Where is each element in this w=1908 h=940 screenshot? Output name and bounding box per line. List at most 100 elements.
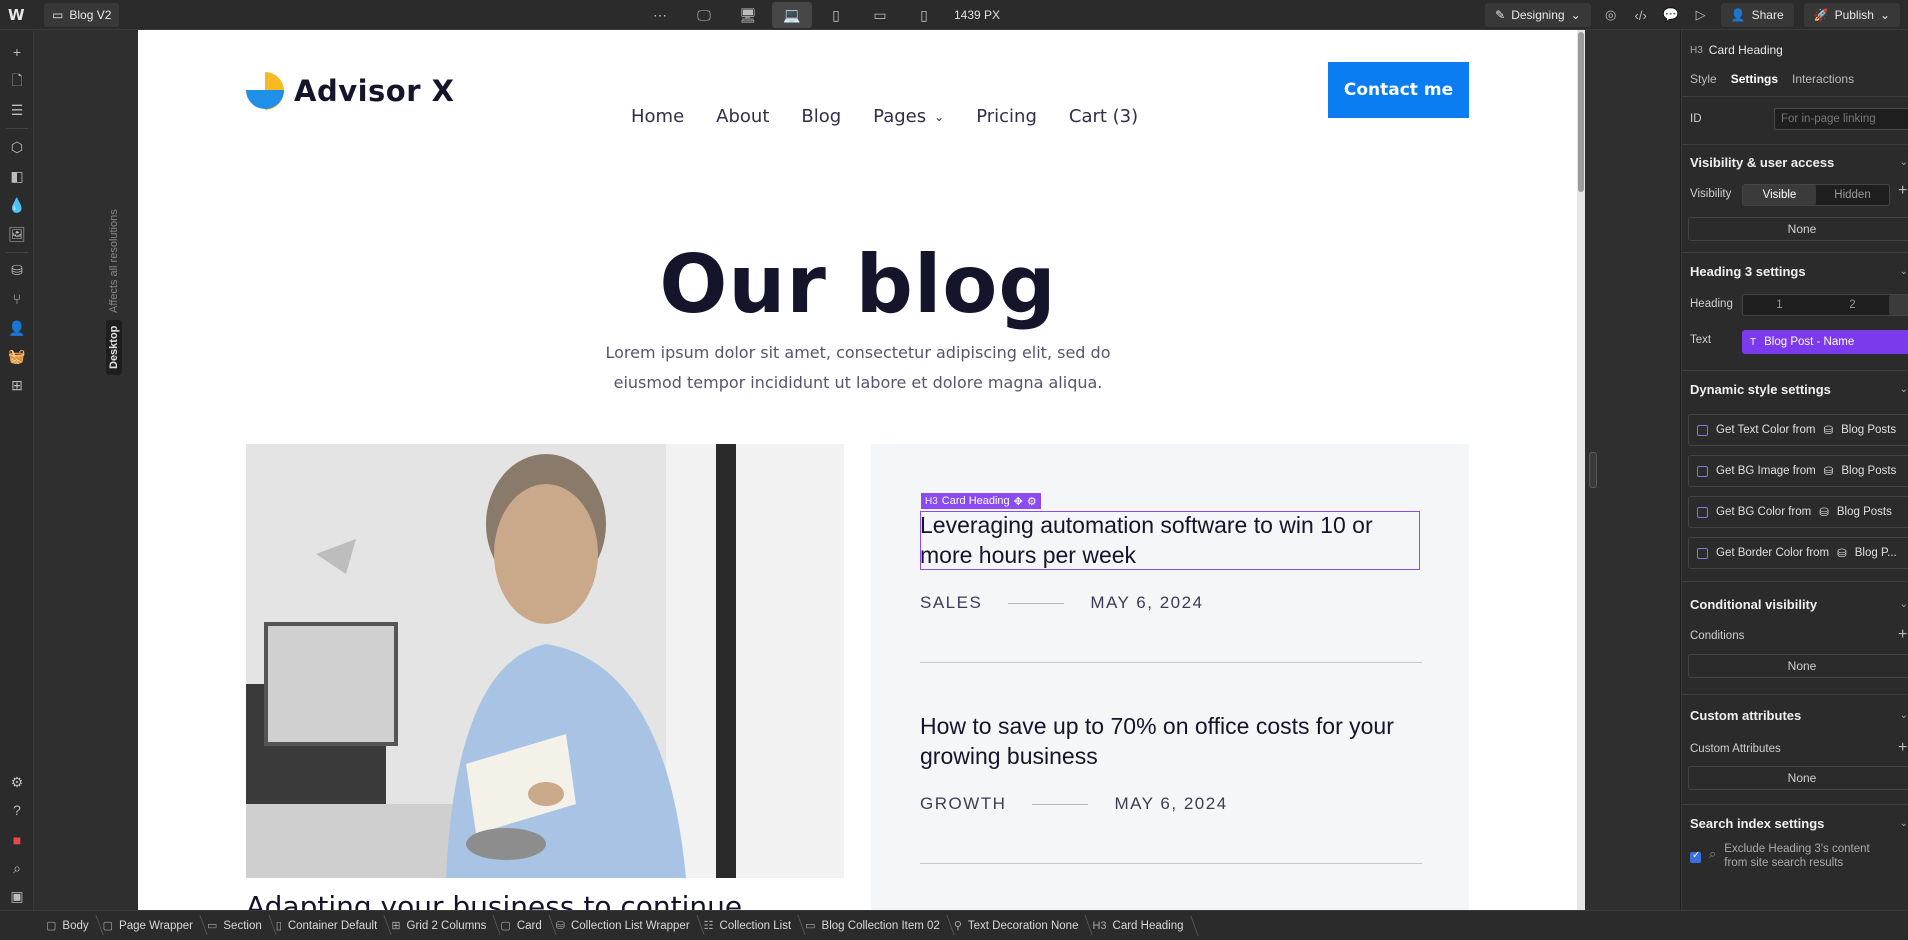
style-selectors-icon[interactable]: ◧	[7, 166, 27, 186]
search-section-title[interactable]: Search index settings	[1690, 816, 1824, 831]
dynamic-bg-image[interactable]: Get BG Image from ⛁ Blog Posts	[1688, 455, 1908, 487]
comment-icon[interactable]: 💬	[1661, 5, 1681, 25]
chevron-down-icon[interactable]: ⌄	[1900, 599, 1908, 610]
add-icon[interactable]: +	[7, 42, 27, 62]
components-icon[interactable]: ⬡	[7, 137, 27, 157]
logic-icon[interactable]: ⑂	[7, 289, 27, 309]
heading-section-title[interactable]: Heading 3 settings	[1690, 264, 1806, 279]
custom-section-title[interactable]: Custom attributes	[1690, 708, 1801, 723]
crumb-body[interactable]: ▢ Body	[46, 919, 103, 933]
tab-settings[interactable]: Settings	[1731, 72, 1778, 86]
mobile-landscape-icon[interactable]: ▭	[860, 2, 900, 28]
chevron-down-icon[interactable]: ⌄	[1900, 157, 1908, 168]
nav-blog[interactable]: Blog	[801, 106, 841, 127]
nav-cart[interactable]: Cart (3)	[1069, 106, 1138, 127]
checkbox[interactable]	[1697, 547, 1708, 559]
next-post-title[interactable]: Adapting your business to continue	[246, 888, 742, 910]
variables-icon[interactable]: 💧	[7, 195, 27, 215]
mode-dropdown[interactable]: ✎ Designing ⌄	[1485, 3, 1591, 27]
tablet-icon[interactable]: ▯	[816, 2, 856, 28]
id-input[interactable]: For in-page linking	[1774, 108, 1908, 130]
crumb-collection-item[interactable]: ▭ Blog Collection Item 02	[805, 919, 954, 933]
apps-icon[interactable]: ⊞	[7, 375, 27, 395]
publish-button[interactable]: 🚀 Publish ⌄	[1803, 3, 1900, 27]
settings-icon[interactable]: ⚙	[7, 772, 27, 792]
add-icon[interactable]: +	[1898, 739, 1907, 757]
checkbox[interactable]	[1697, 506, 1708, 518]
dynamic-border-color[interactable]: Get Border Color from ⛁ Blog P...	[1688, 537, 1908, 569]
crumb-card[interactable]: ▢ Card	[500, 919, 555, 933]
crumb-collection-list-wrapper[interactable]: ⛁ Collection List Wrapper	[556, 919, 704, 933]
heading-level-2[interactable]: 2	[1816, 295, 1889, 315]
hidden-option[interactable]: Hidden	[1816, 185, 1889, 205]
crumb-collection-list[interactable]: ☷ Collection List	[704, 919, 805, 933]
chevron-down-icon[interactable]: ⌄	[1900, 266, 1908, 277]
canvas-scrollbar[interactable]	[1577, 30, 1585, 910]
webflow-logo-icon[interactable]: W	[8, 6, 26, 24]
crumb-section[interactable]: ▭ Section	[207, 919, 276, 933]
dynamic-text-color[interactable]: Get Text Color from ⛁ Blog Posts	[1688, 414, 1908, 446]
custom-none[interactable]: None	[1688, 766, 1908, 790]
heading-level-1[interactable]: 1	[1743, 295, 1816, 315]
cms-icon[interactable]: ⛁	[7, 260, 27, 280]
visible-option[interactable]: Visible	[1743, 185, 1816, 205]
chevron-down-icon[interactable]: ⌄	[1900, 710, 1908, 721]
nav-home[interactable]: Home	[631, 106, 684, 127]
crumb-container[interactable]: ▯ Container Default	[276, 919, 392, 933]
ecommerce-icon[interactable]: 🧺	[7, 346, 27, 366]
desktop-large-icon[interactable]: 🖥	[728, 2, 768, 28]
navigator-icon[interactable]: ☰	[7, 100, 27, 120]
conditions-none[interactable]: None	[1688, 654, 1908, 678]
video-icon[interactable]: ▣	[7, 886, 27, 906]
move-icon[interactable]: ✥	[1014, 495, 1023, 508]
nav-pricing[interactable]: Pricing	[976, 106, 1037, 127]
chevron-down-icon[interactable]: ⌄	[1900, 818, 1908, 829]
add-icon[interactable]: +	[1898, 182, 1907, 200]
conditional-section-title[interactable]: Conditional visibility	[1690, 597, 1817, 612]
crumb-page-wrapper[interactable]: ▢ Page Wrapper	[103, 919, 207, 933]
nav-pages[interactable]: Pages ⌄	[873, 106, 944, 127]
crumb-grid[interactable]: ⊞ Grid 2 Columns	[391, 919, 500, 933]
checkbox[interactable]	[1697, 424, 1708, 436]
tab-style[interactable]: Style	[1690, 72, 1717, 86]
post-category[interactable]: SALES	[920, 593, 982, 613]
share-button[interactable]: 👤 Share	[1720, 3, 1794, 27]
tab-interactions[interactable]: Interactions	[1792, 72, 1854, 86]
selection-tag[interactable]: H3 Card Heading ✥ ⚙	[921, 493, 1041, 509]
search-icon[interactable]: ⌕	[7, 858, 27, 878]
crumb-text-decoration[interactable]: ⚲ Text Decoration None	[954, 919, 1093, 933]
record-icon[interactable]: ■	[7, 830, 27, 850]
crumb-card-heading[interactable]: H3 Card Heading	[1092, 920, 1197, 932]
desktop-xl-icon[interactable]: 🖵	[684, 2, 724, 28]
text-binding[interactable]: T Blog Post - Name	[1742, 330, 1908, 354]
help-icon[interactable]: ?	[7, 800, 27, 820]
post-title[interactable]: Leveraging automation software to win 10…	[920, 510, 1420, 570]
nav-about[interactable]: About	[716, 106, 769, 127]
more-icon[interactable]: ⋯	[640, 2, 680, 28]
width-readout[interactable]: 1439 PX	[954, 8, 1000, 22]
page-selector[interactable]: ▭ Blog V2	[44, 3, 120, 27]
dynamic-bg-color[interactable]: Get BG Color from ⛁ Blog Posts	[1688, 496, 1908, 528]
site-logo[interactable]: Advisor X	[246, 72, 455, 110]
users-icon[interactable]: 👤	[7, 318, 27, 338]
check-circle-icon[interactable]: ◎	[1601, 5, 1621, 25]
canvas-resize-handle[interactable]	[1589, 452, 1597, 488]
heading-level-3[interactable]: 3	[1889, 295, 1908, 315]
chevron-down-icon[interactable]: ⌄	[1900, 384, 1908, 395]
mobile-portrait-icon[interactable]: ▯	[904, 2, 944, 28]
post-title[interactable]: How to save up to 70% on office costs fo…	[920, 711, 1420, 771]
desktop-base-icon[interactable]: 💻	[772, 2, 812, 28]
post-category[interactable]: GROWTH	[920, 794, 1006, 814]
dynamic-section-title[interactable]: Dynamic style settings	[1690, 382, 1831, 397]
checkbox[interactable]	[1690, 850, 1701, 863]
play-icon[interactable]: ▷	[1691, 5, 1711, 25]
featured-post-image[interactable]	[246, 444, 844, 878]
add-icon[interactable]: +	[1898, 626, 1907, 644]
assets-icon[interactable]: 🖼	[7, 224, 27, 244]
code-icon[interactable]: ‹/›	[1631, 5, 1651, 25]
gear-icon[interactable]: ⚙	[1027, 495, 1037, 508]
visibility-none[interactable]: None	[1688, 217, 1908, 241]
pages-icon[interactable]: 🗋	[7, 72, 27, 92]
contact-button[interactable]: Contact me	[1328, 62, 1469, 118]
checkbox[interactable]	[1697, 465, 1708, 477]
